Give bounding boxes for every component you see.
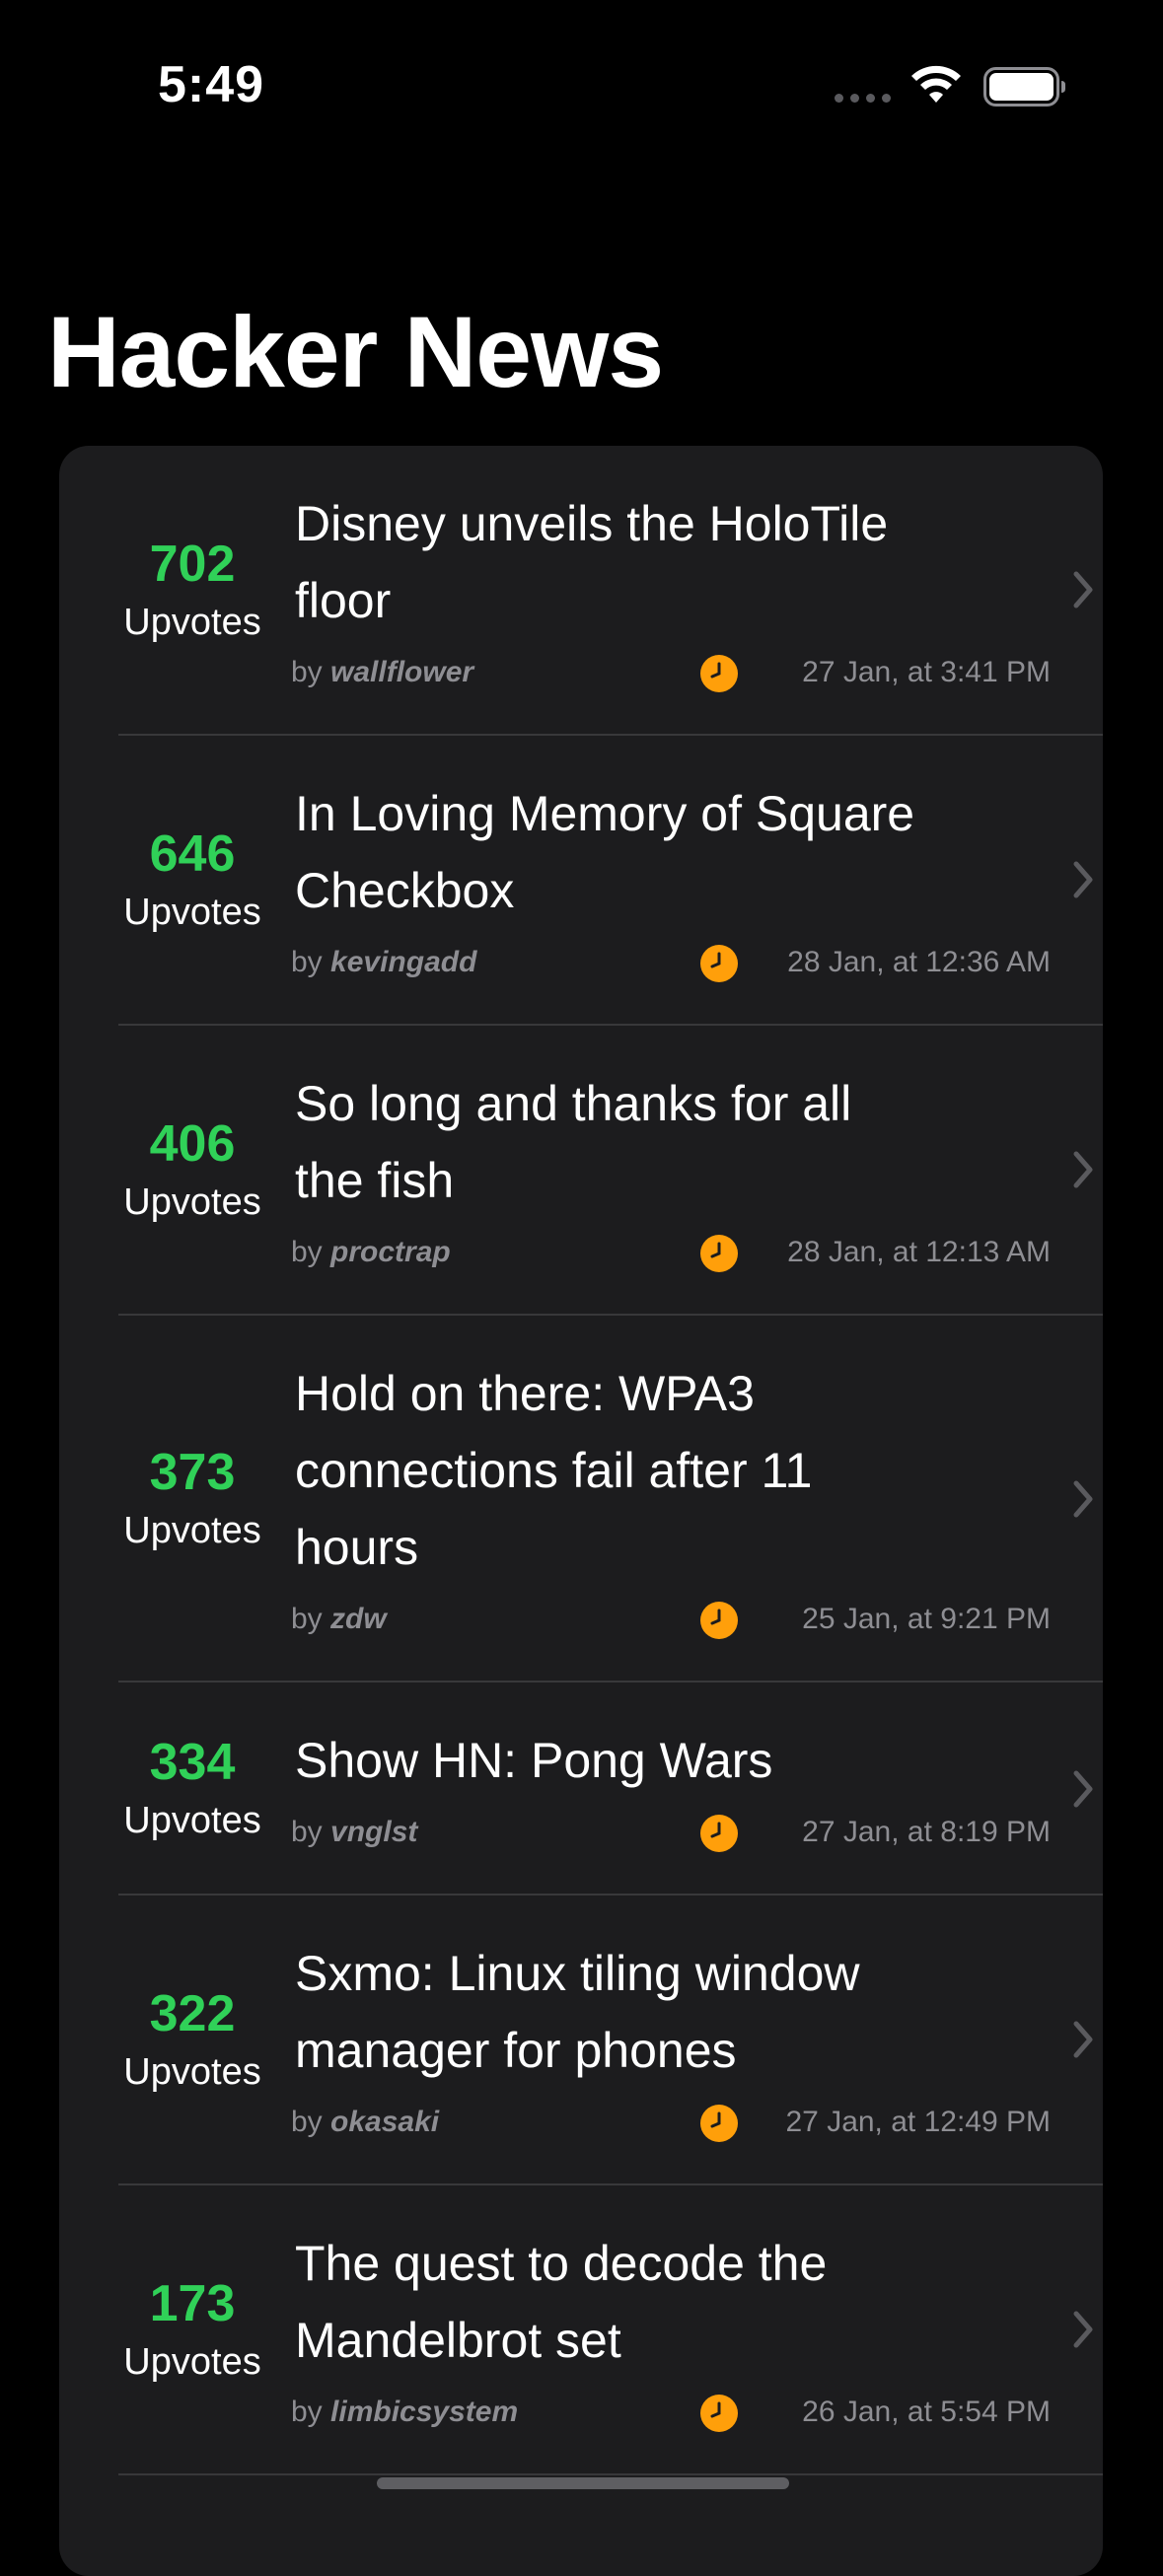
author-name: zdw [330, 1603, 387, 1635]
story-row[interactable]: 702 Upvotes Disney unveils the HoloTile … [59, 446, 1103, 736]
author-name: okasaki [330, 2106, 440, 2138]
clock-icon [700, 2395, 738, 2432]
story-date: 27 Jan, at 8:19 PM [802, 1816, 1051, 1848]
chevron-right-icon [1073, 861, 1093, 898]
story-row[interactable]: 173 Upvotes The quest to decode the Mand… [59, 2185, 1103, 2475]
author-line: by vnglst [291, 1813, 417, 1852]
author-name: wallflower [330, 656, 474, 688]
cellular-signal-icon [835, 94, 891, 103]
story-row[interactable]: 406 Upvotes So long and thanks for all t… [59, 1026, 1103, 1316]
score-block: 373 Upvotes [118, 1447, 266, 1549]
score-value: 406 [149, 1115, 236, 1173]
score-value: 334 [149, 1734, 236, 1791]
author-line: by proctrap [291, 1233, 451, 1272]
score-block: 406 Upvotes [118, 1118, 266, 1221]
chevron-right-icon [1073, 571, 1093, 608]
story-date: 28 Jan, at 12:13 AM [787, 1236, 1051, 1268]
clock-icon [700, 2105, 738, 2142]
by-label: by [291, 1816, 323, 1848]
chevron-right-icon [1073, 1151, 1093, 1188]
story-date: 27 Jan, at 3:41 PM [802, 656, 1051, 688]
story-list: 702 Upvotes Disney unveils the HoloTile … [59, 446, 1103, 2576]
clock-icon [700, 1235, 738, 1272]
story-meta: by okasaki 27 Jan, at 12:49 PM [291, 2103, 1051, 2142]
clock-icon [700, 945, 738, 982]
clock-icon [700, 655, 738, 692]
status-time: 5:49 [158, 56, 265, 113]
score-label: Upvotes [123, 602, 261, 643]
clock-icon [700, 1602, 738, 1639]
author-name: kevingadd [330, 946, 477, 978]
home-indicator[interactable] [377, 2477, 789, 2489]
page-title: Hacker News [47, 296, 664, 408]
story-date: 27 Jan, at 12:49 PM [785, 2106, 1051, 2138]
author-line: by kevingadd [291, 943, 476, 982]
author-line: by wallflower [291, 653, 473, 692]
score-value: 646 [149, 825, 236, 883]
story-row[interactable]: 373 Upvotes Hold on there: WPA3 connecti… [59, 1316, 1103, 1682]
by-label: by [291, 656, 323, 688]
story-title: Sxmo: Linux tiling window manager for ph… [295, 1946, 860, 2078]
story-meta: by proctrap 28 Jan, at 12:13 AM [291, 1233, 1051, 1272]
story-meta: by kevingadd 28 Jan, at 12:36 AM [291, 943, 1051, 982]
score-value: 702 [149, 536, 236, 593]
by-label: by [291, 1236, 323, 1268]
by-label: by [291, 2106, 323, 2138]
by-label: by [291, 2396, 323, 2428]
score-block: 322 Upvotes [118, 1988, 266, 2091]
story-date: 28 Jan, at 12:36 AM [787, 946, 1051, 978]
wifi-icon [911, 65, 961, 103]
score-block: 173 Upvotes [118, 2278, 266, 2381]
score-label: Upvotes [123, 892, 261, 933]
score-value: 322 [149, 1985, 236, 2042]
author-line: by limbicsystem [291, 2393, 518, 2432]
score-label: Upvotes [123, 1800, 261, 1841]
chevron-right-icon [1073, 1480, 1093, 1518]
story-title: Disney unveils the HoloTile floor [295, 496, 889, 628]
score-label: Upvotes [123, 1181, 261, 1223]
story-meta: by wallflower 27 Jan, at 3:41 PM [291, 653, 1051, 692]
story-meta: by zdw 25 Jan, at 9:21 PM [291, 1600, 1051, 1639]
score-label: Upvotes [123, 1510, 261, 1551]
score-label: Upvotes [123, 2341, 261, 2383]
chevron-right-icon [1073, 2021, 1093, 2058]
score-block: 702 Upvotes [118, 538, 266, 641]
score-value: 373 [149, 1444, 236, 1501]
author-name: proctrap [330, 1236, 451, 1268]
story-title: Hold on there: WPA3 connections fail aft… [295, 1366, 813, 1575]
clock-icon [700, 1815, 738, 1852]
status-bar: 5:49 [0, 0, 1163, 158]
author-name: vnglst [330, 1816, 418, 1848]
story-row[interactable]: 322 Upvotes Sxmo: Linux tiling window ma… [59, 1896, 1103, 2185]
story-date: 25 Jan, at 9:21 PM [802, 1603, 1051, 1635]
story-title: Show HN: Pong Wars [295, 1733, 773, 1788]
score-block: 334 Upvotes [118, 1737, 266, 1839]
story-row[interactable]: 334 Upvotes Show HN: Pong Wars by vnglst… [59, 1682, 1103, 1896]
story-title: In Loving Memory of Square Checkbox [295, 786, 915, 918]
story-title: So long and thanks for all the fish [295, 1076, 852, 1208]
chevron-right-icon [1073, 1770, 1093, 1808]
row-divider [118, 2473, 1103, 2475]
story-date: 26 Jan, at 5:54 PM [802, 2396, 1051, 2428]
story-title: The quest to decode the Mandelbrot set [295, 2236, 828, 2368]
by-label: by [291, 1603, 323, 1635]
chevron-right-icon [1073, 2311, 1093, 2348]
author-line: by zdw [291, 1600, 387, 1639]
score-label: Upvotes [123, 2051, 261, 2093]
author-name: limbicsystem [330, 2396, 519, 2428]
story-meta: by limbicsystem 26 Jan, at 5:54 PM [291, 2393, 1051, 2432]
score-block: 646 Upvotes [118, 828, 266, 931]
battery-icon [983, 67, 1065, 107]
by-label: by [291, 946, 323, 978]
story-meta: by vnglst 27 Jan, at 8:19 PM [291, 1813, 1051, 1852]
story-row[interactable]: 646 Upvotes In Loving Memory of Square C… [59, 736, 1103, 1026]
score-value: 173 [149, 2275, 236, 2332]
author-line: by okasaki [291, 2103, 439, 2142]
